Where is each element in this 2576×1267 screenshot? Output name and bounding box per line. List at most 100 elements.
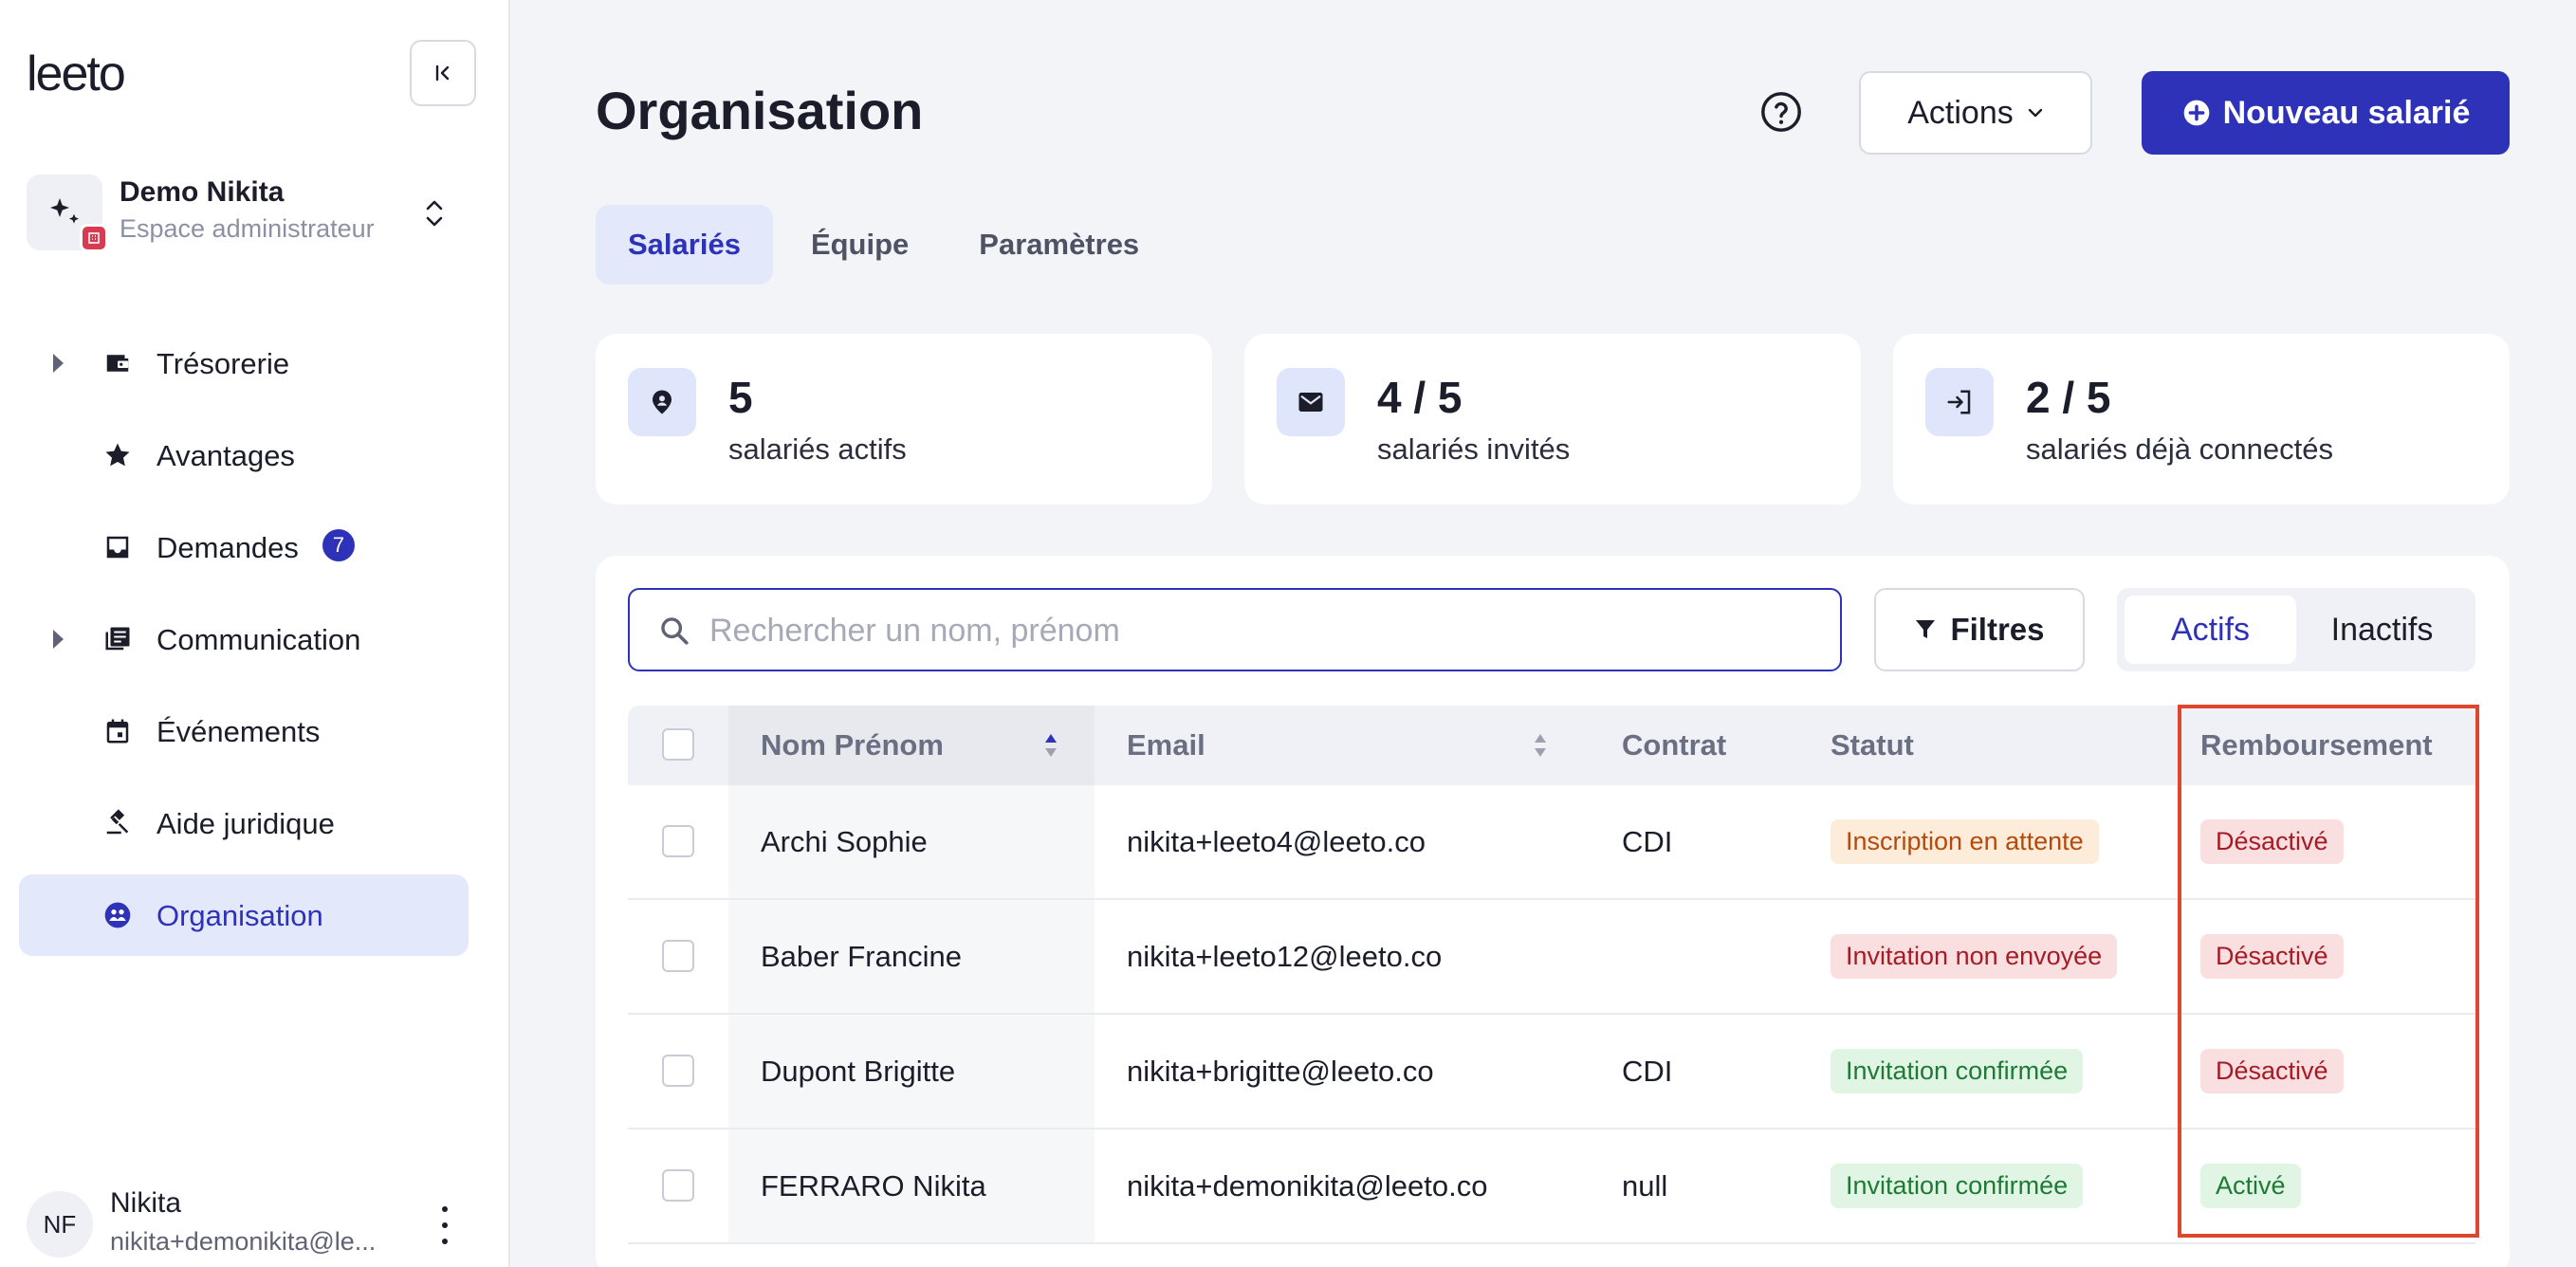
sidebar-item-label: Trésorerie [156, 347, 290, 380]
page-title: Organisation [596, 81, 924, 140]
search-icon [661, 617, 689, 645]
status-badge: Inscription en attente [1831, 819, 2099, 864]
chevron-updown-icon[interactable] [415, 188, 453, 239]
sidebar-item-tresorerie[interactable]: Trésorerie [19, 322, 469, 404]
collapse-sidebar-button[interactable] [410, 40, 476, 106]
user-name: Nikita [110, 1187, 182, 1219]
new-employee-label: Nouveau salarié [2222, 94, 2471, 131]
new-employee-button[interactable]: Nouveau salarié [2142, 71, 2510, 155]
sidebar-item-organisation[interactable]: Organisation [19, 874, 469, 956]
employee-email: nikita+leeto4@leeto.co [1127, 824, 1426, 858]
sort-asc-icon[interactable] [1043, 730, 1058, 761]
reimbursement-badge: Désactivé [2200, 934, 2344, 979]
status-badge: Invitation confirmée [1831, 1049, 2084, 1093]
status-badge: Invitation non envoyée [1831, 934, 2118, 979]
workspace-switcher[interactable]: Demo Nikita Espace administrateur [27, 171, 463, 256]
column-header-name[interactable]: Nom Prénom [761, 706, 944, 785]
collapse-icon [435, 64, 450, 82]
table-header: Nom Prénom Email Contrat Statut Rembours… [628, 706, 2475, 785]
search-input[interactable] [709, 607, 1800, 654]
column-header-contract: Contrat [1622, 728, 1727, 762]
employees-table: Nom Prénom Email Contrat Statut Rembours… [628, 706, 2475, 1244]
table-row[interactable]: FERRARO Nikita nikita+demonikita@leeto.c… [628, 1129, 2475, 1244]
employee-name: Baber Francine [761, 939, 962, 973]
row-checkbox[interactable] [662, 825, 694, 857]
chevron-down-icon [2028, 108, 2042, 118]
table-row[interactable]: Archi Sophie nikita+leeto4@leeto.co CDI … [628, 785, 2475, 900]
employee-contract: CDI [1622, 824, 1673, 858]
sidebar-item-communication[interactable]: Communication [19, 598, 469, 680]
stat-label: salariés invités [1377, 432, 1571, 466]
table-row[interactable]: Baber Francine nikita+leeto12@leeto.co I… [628, 900, 2475, 1015]
sidebar-item-avantages[interactable]: Avantages [19, 414, 469, 496]
workspace-role: Espace administrateur [120, 214, 375, 243]
search-field[interactable] [628, 588, 1842, 671]
employee-contract: CDI [1622, 1054, 1673, 1088]
sidebar-item-aide-juridique[interactable]: Aide juridique [19, 782, 469, 864]
caret-right-icon[interactable] [53, 354, 64, 373]
employee-name: Archi Sophie [761, 824, 928, 858]
stat-value: 4 / 5 [1377, 373, 1463, 422]
row-checkbox[interactable] [662, 1169, 694, 1202]
actions-button[interactable]: Actions [1859, 71, 2092, 155]
employee-email: nikita+demonikita@leeto.co [1127, 1168, 1488, 1203]
demandes-count-badge: 7 [322, 529, 355, 561]
segment-inactifs[interactable]: Inactifs [2296, 596, 2468, 664]
filter-icon [1916, 620, 1936, 638]
sparkles-icon [50, 198, 79, 224]
login-icon [1925, 368, 1994, 436]
groups-icon [102, 900, 133, 930]
newspaper-icon [102, 624, 133, 654]
column-header-status: Statut [1831, 728, 1914, 762]
sidebar-item-evenements[interactable]: Événements [19, 690, 469, 772]
segment-actifs[interactable]: Actifs [2125, 596, 2296, 664]
row-checkbox[interactable] [662, 940, 694, 972]
sidebar-nav: Trésorerie Avantages Demandes 7 Communic… [19, 322, 469, 966]
sidebar-item-demandes[interactable]: Demandes 7 [19, 506, 469, 588]
workspace-name: Demo Nikita [120, 176, 285, 208]
stat-value: 2 / 5 [2026, 373, 2111, 422]
more-vertical-icon[interactable] [431, 1206, 459, 1244]
reimbursement-badge: Désactivé [2200, 819, 2344, 864]
stat-card-active: 5 salariés actifs [596, 334, 1212, 505]
filters-button[interactable]: Filtres [1874, 588, 2085, 671]
sidebar-item-label: Communication [156, 623, 361, 656]
tab-parametres[interactable]: Paramètres [947, 205, 1171, 285]
stat-card-invited: 4 / 5 salariés invités [1244, 334, 1861, 505]
tab-equipe[interactable]: Équipe [779, 205, 941, 285]
mail-icon [1277, 368, 1345, 436]
stat-label: salariés actifs [728, 432, 907, 466]
inbox-icon [102, 532, 133, 562]
active-inactive-toggle: Actifs Inactifs [2117, 588, 2475, 671]
employee-name: Dupont Brigitte [761, 1054, 956, 1088]
sidebar-item-label: Organisation [156, 899, 323, 932]
select-all-checkbox[interactable] [662, 728, 694, 761]
row-checkbox[interactable] [662, 1055, 694, 1087]
sidebar-item-label: Avantages [156, 439, 295, 472]
person-pin-icon [628, 368, 696, 436]
reimbursement-badge: Activé [2200, 1164, 2301, 1208]
user-email: nikita+demonikita@le... [110, 1227, 377, 1256]
employees-panel: Filtres Actifs Inactifs Nom Prénom Email… [596, 556, 2510, 1267]
tabs: Salariés Équipe Paramètres [596, 205, 1171, 285]
help-icon[interactable] [1758, 89, 1804, 135]
admin-badge-icon [80, 224, 108, 252]
avatar: NF [27, 1191, 93, 1258]
tab-salaries[interactable]: Salariés [596, 205, 773, 285]
stat-value: 5 [728, 373, 753, 422]
gavel-icon [102, 808, 133, 838]
sort-icon[interactable] [1533, 730, 1548, 761]
calendar-icon [102, 716, 133, 746]
table-row[interactable]: Dupont Brigitte nikita+brigitte@leeto.co… [628, 1015, 2475, 1129]
sidebar-item-label: Aide juridique [156, 807, 335, 840]
caret-right-icon[interactable] [53, 630, 64, 649]
sidebar-item-label: Événements [156, 715, 321, 748]
employee-contract: null [1622, 1168, 1668, 1203]
stat-card-connected: 2 / 5 salariés déjà connectés [1893, 334, 2510, 505]
sidebar: leeto Demo Nikita Espace administrateur … [0, 0, 510, 1267]
sidebar-item-label: Demandes [156, 531, 299, 564]
star-icon [102, 440, 133, 470]
user-profile[interactable]: NF Nikita nikita+demonikita@le... [27, 1187, 472, 1259]
leeto-logo[interactable]: leeto [27, 46, 126, 102]
column-header-email[interactable]: Email [1127, 706, 1205, 785]
